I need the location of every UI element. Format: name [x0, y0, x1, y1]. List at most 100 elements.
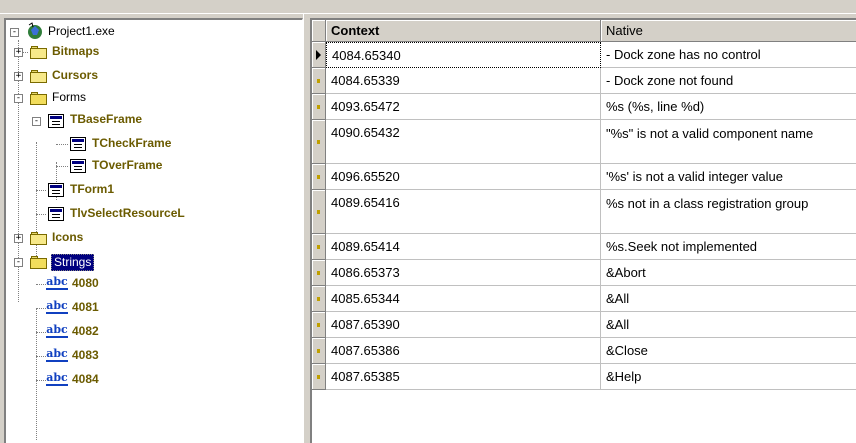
- tree-node-label: Icons: [52, 230, 84, 244]
- tree-node-label: TForm1: [70, 182, 115, 196]
- toolbar-strip: [0, 0, 856, 14]
- tree-node-icons[interactable]: + Icons: [6, 228, 296, 248]
- folder-open-icon: [30, 91, 48, 105]
- collapse-icon[interactable]: -: [32, 117, 41, 126]
- exe-icon: [28, 22, 42, 39]
- tree-node-root[interactable]: - Project1.exe: [6, 22, 296, 42]
- row-indicator: [312, 164, 326, 190]
- context-cell[interactable]: 4086.65373: [326, 260, 601, 286]
- folder-icon: [30, 231, 48, 245]
- context-cell[interactable]: 4085.65344: [326, 286, 601, 312]
- tree-node-label: 4082: [72, 324, 99, 338]
- native-cell[interactable]: - Dock zone has no control: [601, 42, 856, 68]
- tree-node-string-4083[interactable]: abc 4083: [6, 346, 296, 366]
- table-row[interactable]: 4087.65390 &All: [312, 312, 856, 338]
- expand-icon[interactable]: +: [14, 234, 23, 243]
- context-cell[interactable]: 4089.65414: [326, 234, 601, 260]
- expand-icon[interactable]: +: [14, 72, 23, 81]
- native-cell[interactable]: %s not in a class registration group: [601, 190, 856, 234]
- abc-icon: abc: [46, 347, 68, 362]
- context-cell[interactable]: 4084.65339: [326, 68, 601, 94]
- collapse-icon[interactable]: -: [14, 258, 23, 267]
- table-row[interactable]: 4096.65520 '%s' is not a valid integer v…: [312, 164, 856, 190]
- strings-grid[interactable]: Context Native 4084.65340 - Dock zone ha…: [310, 18, 856, 443]
- table-row[interactable]: 4089.65416 %s not in a class registratio…: [312, 190, 856, 234]
- context-cell[interactable]: 4089.65416: [326, 190, 601, 234]
- native-cell[interactable]: - Dock zone not found: [601, 68, 856, 94]
- tree-node-label: 4080: [72, 276, 99, 290]
- tree-node-label: TBaseFrame: [70, 112, 143, 126]
- tree-node-bitmaps[interactable]: + Bitmaps: [6, 42, 296, 62]
- table-row[interactable]: 4085.65344 &All: [312, 286, 856, 312]
- native-cell[interactable]: &Close: [601, 338, 856, 364]
- expand-icon[interactable]: +: [14, 48, 23, 57]
- row-indicator: [312, 234, 326, 260]
- resource-tree[interactable]: - Project1.exe + Bitmaps + Cursors - For…: [4, 18, 303, 443]
- native-cell[interactable]: &All: [601, 286, 856, 312]
- native-cell[interactable]: &All: [601, 312, 856, 338]
- context-cell[interactable]: 4090.65432: [326, 120, 601, 164]
- row-indicator-current: [312, 42, 326, 68]
- tree-node-label: 4083: [72, 348, 99, 362]
- native-cell[interactable]: &Abort: [601, 260, 856, 286]
- tree-node-label: Cursors: [52, 68, 99, 82]
- tree-node-label: 4084: [72, 372, 99, 386]
- abc-icon: abc: [46, 299, 68, 314]
- context-cell[interactable]: 4084.65340: [326, 42, 601, 68]
- abc-icon: abc: [46, 323, 68, 338]
- tree-node-string-4084[interactable]: abc 4084: [6, 370, 296, 390]
- frame-icon: [70, 159, 86, 173]
- native-cell[interactable]: %s.Seek not implemented: [601, 234, 856, 260]
- column-header-native[interactable]: Native: [601, 20, 856, 42]
- tree-node-label: Forms: [52, 90, 86, 104]
- context-cell[interactable]: 4087.65390: [326, 312, 601, 338]
- context-cell[interactable]: 4087.65385: [326, 364, 601, 390]
- tree-node-label: TOverFrame: [92, 158, 163, 172]
- table-row[interactable]: 4087.65385 &Help: [312, 364, 856, 390]
- table-row[interactable]: 4090.65432 "%s" is not a valid component…: [312, 120, 856, 164]
- tree-node-tbaseframe[interactable]: - TBaseFrame: [6, 110, 296, 130]
- tree-node-tform1[interactable]: TForm1: [6, 180, 296, 200]
- grid-header: Context Native: [312, 20, 856, 42]
- collapse-icon[interactable]: -: [10, 28, 19, 37]
- table-row[interactable]: 4084.65340 - Dock zone has no control: [312, 42, 856, 68]
- context-cell[interactable]: 4093.65472: [326, 94, 601, 120]
- tree-node-cursors[interactable]: + Cursors: [6, 66, 296, 86]
- tree-node-tcheckframe[interactable]: TCheckFrame: [6, 134, 296, 154]
- tree-node-string-4082[interactable]: abc 4082: [6, 322, 296, 342]
- native-cell[interactable]: %s (%s, line %d): [601, 94, 856, 120]
- tree-node-strings[interactable]: - Strings: [6, 252, 296, 272]
- tree-node-label: Project1.exe: [48, 24, 115, 38]
- table-row[interactable]: 4087.65386 &Close: [312, 338, 856, 364]
- collapse-icon[interactable]: -: [14, 94, 23, 103]
- abc-icon: abc: [46, 371, 68, 386]
- tree-node-label: Bitmaps: [52, 44, 100, 58]
- context-cell[interactable]: 4087.65386: [326, 338, 601, 364]
- column-header-context[interactable]: Context: [326, 20, 601, 42]
- row-indicator: [312, 312, 326, 338]
- tree-node-forms[interactable]: - Forms: [6, 88, 296, 108]
- row-indicator-header: [312, 20, 326, 42]
- row-indicator: [312, 68, 326, 94]
- native-cell[interactable]: '%s' is not a valid integer value: [601, 164, 856, 190]
- native-cell[interactable]: &Help: [601, 364, 856, 390]
- tree-node-string-4081[interactable]: abc 4081: [6, 298, 296, 318]
- native-cell[interactable]: "%s" is not a valid component name: [601, 120, 856, 164]
- context-cell[interactable]: 4096.65520: [326, 164, 601, 190]
- panel-splitter[interactable]: [303, 14, 310, 443]
- abc-icon: abc: [46, 275, 68, 290]
- table-row[interactable]: 4086.65373 &Abort: [312, 260, 856, 286]
- table-row[interactable]: 4084.65339 - Dock zone not found: [312, 68, 856, 94]
- row-indicator: [312, 94, 326, 120]
- row-indicator: [312, 338, 326, 364]
- tree-node-toverframe[interactable]: TOverFrame: [6, 156, 296, 176]
- tree-node-tlvselectresource[interactable]: TlvSelectResourceL: [6, 204, 302, 224]
- row-indicator: [312, 260, 326, 286]
- form-icon: [48, 207, 64, 221]
- table-row[interactable]: 4093.65472 %s (%s, line %d): [312, 94, 856, 120]
- table-row[interactable]: 4089.65414 %s.Seek not implemented: [312, 234, 856, 260]
- tree-node-string-4080[interactable]: abc 4080: [6, 274, 296, 294]
- row-indicator: [312, 364, 326, 390]
- row-indicator: [312, 120, 326, 164]
- form-icon: [48, 183, 64, 197]
